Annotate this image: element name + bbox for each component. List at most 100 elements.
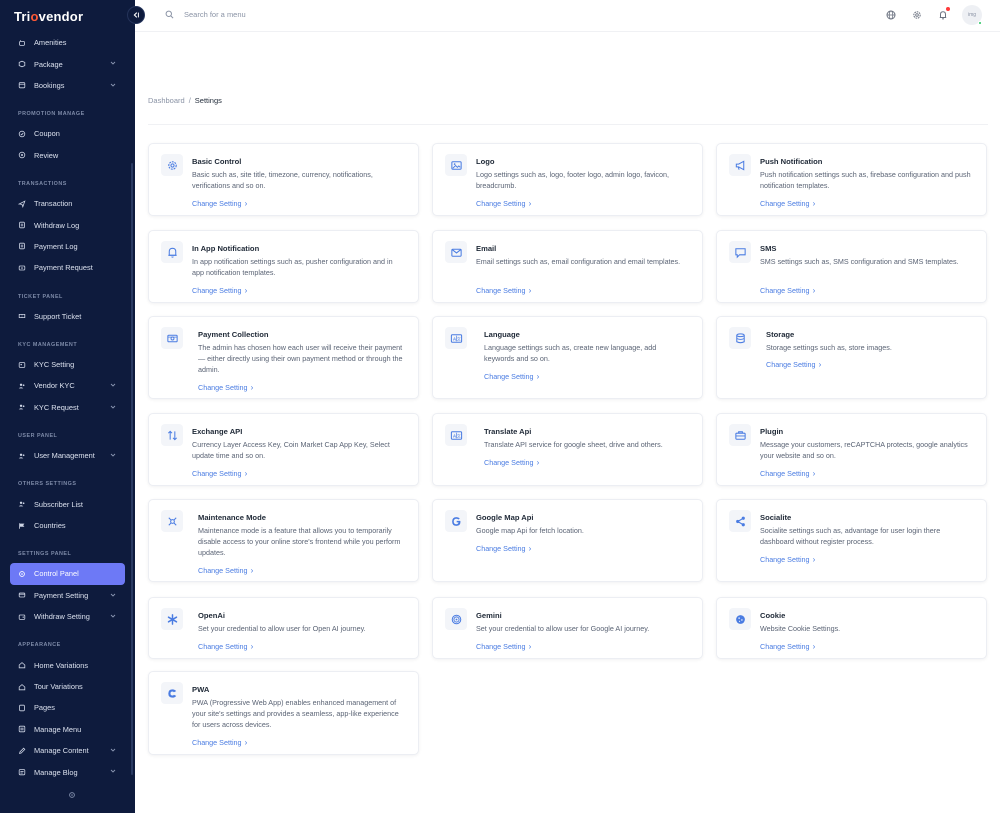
change-setting-label: Change Setting	[760, 642, 810, 651]
sidebar-item-label: Transaction	[34, 199, 73, 209]
header-actions: img	[870, 5, 982, 25]
change-setting-link[interactable]: Change Setting ›	[192, 199, 247, 208]
search-input[interactable]: Search for a menu	[184, 10, 246, 19]
card-description: Set your credential to allow user for Op…	[198, 624, 366, 633]
users-icon	[18, 382, 26, 390]
change-setting-link[interactable]: Change Setting ›	[476, 286, 531, 295]
change-setting-label: Change Setting	[476, 286, 526, 295]
card-description: Google map Api for fetch location.	[476, 526, 584, 535]
change-setting-link[interactable]: Change Setting ›	[760, 469, 815, 478]
sidebar-item-payment-setting[interactable]: Payment Setting	[10, 585, 125, 606]
change-setting-link[interactable]: Change Setting ›	[760, 199, 815, 208]
sidebar-item-label: Coupon	[34, 129, 60, 139]
change-setting-link[interactable]: Change Setting ›	[476, 199, 531, 208]
breadcrumb: Dashboard / Settings	[148, 96, 222, 105]
change-setting-link[interactable]: Change Setting ›	[760, 555, 815, 564]
sidebar-item-coupon[interactable]: Coupon	[10, 123, 125, 144]
change-setting-link[interactable]: Change Setting ›	[192, 469, 247, 478]
gear-icon[interactable]	[912, 10, 922, 20]
change-setting-label: Change Setting	[192, 469, 242, 478]
change-setting-label: Change Setting	[476, 544, 526, 553]
sidebar-item-payment-request[interactable]: Payment Request	[10, 257, 125, 278]
change-setting-link[interactable]: Change Setting ›	[484, 372, 539, 381]
sidebar-item-manage-menu[interactable]: Manage Menu	[10, 719, 125, 740]
sidebar-item-manage-content[interactable]: Manage Content	[10, 740, 125, 761]
chevron-right-icon: ›	[818, 360, 822, 369]
sidebar-item-pages[interactable]: Pages	[10, 697, 125, 718]
card-description: PWA (Progressive Web App) enables enhanc…	[192, 698, 399, 729]
change-setting-link[interactable]: Change Setting ›	[476, 642, 531, 651]
users-icon	[18, 403, 26, 411]
sidebar-item-label: Payment Request	[34, 263, 93, 273]
sidebar-item-payment-log[interactable]: Payment Log	[10, 236, 125, 257]
sidebar-item-tour-variations[interactable]: Tour Variations	[10, 676, 125, 697]
sidebar-item-support-ticket[interactable]: Support Ticket	[10, 306, 125, 327]
sidebar-item-kyc-setting[interactable]: KYC Setting	[10, 354, 125, 375]
sidebar-item-control-panel[interactable]: Control Panel	[10, 563, 125, 585]
settings-icon[interactable]	[68, 791, 76, 799]
change-setting-link[interactable]: Change Setting ›	[476, 544, 531, 553]
sidebar-item-kyc-request[interactable]: KYC Request	[10, 397, 125, 418]
sidebar-item-package[interactable]: Package	[10, 53, 125, 74]
change-setting-link[interactable]: Change Setting ›	[484, 458, 539, 467]
sidebar-item-withdraw-log[interactable]: Withdraw Log	[10, 214, 125, 235]
card-title: Plugin	[760, 427, 784, 436]
card-description: Website Cookie Settings.	[760, 624, 841, 633]
sidebar-item-review[interactable]: Review	[10, 145, 125, 166]
change-setting-link[interactable]: Change Setting ›	[766, 360, 821, 369]
search-bar[interactable]: Search for a menu	[165, 10, 246, 19]
withdraw-icon	[18, 613, 26, 621]
bell-icon	[161, 241, 183, 263]
bell-icon[interactable]	[938, 7, 950, 20]
chevron-down-icon	[110, 60, 116, 66]
mail-icon	[445, 241, 467, 263]
card-title: Socialite	[760, 513, 792, 522]
chevron-down-icon	[110, 747, 116, 753]
sidebar-scrollbar[interactable]	[131, 163, 133, 775]
sidebar-item-home-variations[interactable]: Home Variations	[10, 654, 125, 675]
change-setting-link[interactable]: Change Setting ›	[198, 566, 253, 575]
sidebar-nav: Amenities Package Bookings PROMOTION MANAGE…	[10, 32, 125, 783]
chevron-right-icon: ›	[250, 566, 254, 575]
sidebar-item-bookings[interactable]: Bookings	[10, 75, 125, 96]
avatar[interactable]: img	[962, 5, 982, 25]
card-description: Email settings such as, email configurat…	[476, 257, 681, 266]
sidebar-item-subscriber-list[interactable]: Subscriber List	[10, 493, 125, 514]
change-setting-link[interactable]: Change Setting ›	[192, 738, 247, 747]
chevron-down-icon	[110, 404, 116, 410]
chevron-right-icon: ›	[812, 555, 816, 564]
sidebar-item-label: Tour Variations	[34, 682, 83, 691]
change-setting-link[interactable]: Change Setting ›	[192, 286, 247, 295]
breadcrumb-dashboard[interactable]: Dashboard	[148, 96, 185, 105]
translate-icon: A文	[445, 327, 467, 349]
settings-card-gemini: Gemini Set your credential to allow user …	[432, 597, 703, 659]
sidebar-item-countries[interactable]: Countries	[10, 515, 125, 536]
chevron-right-icon: ›	[536, 372, 540, 381]
sidebar-item-withdraw-setting[interactable]: Withdraw Setting	[10, 606, 125, 627]
change-setting-link[interactable]: Change Setting ›	[198, 642, 253, 651]
chevron-right-icon: ›	[536, 458, 540, 467]
content-icon	[18, 747, 26, 755]
sidebar-item-amenities[interactable]: Amenities	[10, 32, 125, 53]
change-setting-link[interactable]: Change Setting ›	[198, 383, 253, 392]
collapse-sidebar-button[interactable]	[127, 6, 145, 24]
change-setting-label: Change Setting	[766, 360, 816, 369]
sidebar-item-transaction[interactable]: Transaction	[10, 193, 125, 214]
change-setting-link[interactable]: Change Setting ›	[760, 286, 815, 295]
card-description: In app notification settings such as, pu…	[192, 257, 393, 277]
openai-icon	[161, 608, 183, 630]
chevron-right-icon: ›	[528, 642, 532, 651]
change-setting-link[interactable]: Change Setting ›	[760, 642, 815, 651]
globe-icon[interactable]	[886, 10, 896, 20]
sidebar-item-manage-blog[interactable]: Manage Blog	[10, 761, 125, 782]
avatar-label: img	[967, 12, 977, 18]
card-title: Push Notification	[760, 157, 823, 166]
sidebar-item-vendor-kyc[interactable]: Vendor KYC	[10, 375, 125, 396]
settings-card-openai: OpenAi Set your credential to allow user …	[148, 597, 419, 659]
logo[interactable]: Triovendor	[14, 9, 83, 24]
sidebar-item-label: KYC Request	[34, 402, 79, 412]
gemini-icon	[445, 608, 467, 630]
sidebar-item-label: Manage Menu	[34, 724, 82, 734]
sidebar-item-user-management[interactable]: User Management	[10, 445, 125, 466]
tour-icon	[18, 683, 26, 691]
